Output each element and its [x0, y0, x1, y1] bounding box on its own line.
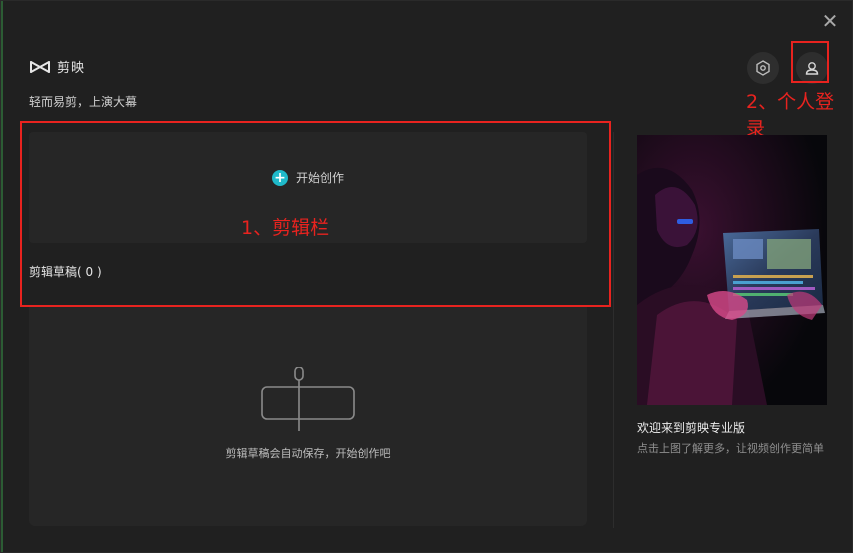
brand-logo: 剪映 [29, 57, 85, 76]
annotation-edit-bar: 1、剪辑栏 [241, 217, 330, 239]
brand-name: 剪映 [57, 61, 86, 76]
promo-illustration [637, 135, 827, 405]
panel-divider [613, 132, 614, 528]
brand-slogan: 轻而易剪，上演大幕 [29, 95, 138, 109]
empty-drafts-text: 剪辑草稿会自动保存，开始创作吧 [225, 447, 391, 460]
close-button[interactable]: ✕ [820, 11, 840, 31]
promo-image[interactable] [637, 135, 827, 405]
app-window: ✕ 剪映 轻而易剪，上演大幕 2、个人登录 + 开始创作 剪辑草稿( 0 ) 1… [0, 0, 853, 553]
settings-hex-icon [756, 60, 770, 76]
promo-title[interactable]: 欢迎来到剪映专业版 [637, 419, 745, 436]
promo-description: 点击上图了解更多，让视频创作更简单 [637, 442, 824, 455]
annotation-box-user [791, 41, 829, 83]
settings-button[interactable] [747, 52, 779, 84]
empty-drafts-icon [261, 367, 355, 431]
window-edge [1, 1, 3, 552]
drafts-panel: 剪辑草稿会自动保存，开始创作吧 [29, 307, 587, 526]
capcut-logo-icon [30, 60, 50, 73]
